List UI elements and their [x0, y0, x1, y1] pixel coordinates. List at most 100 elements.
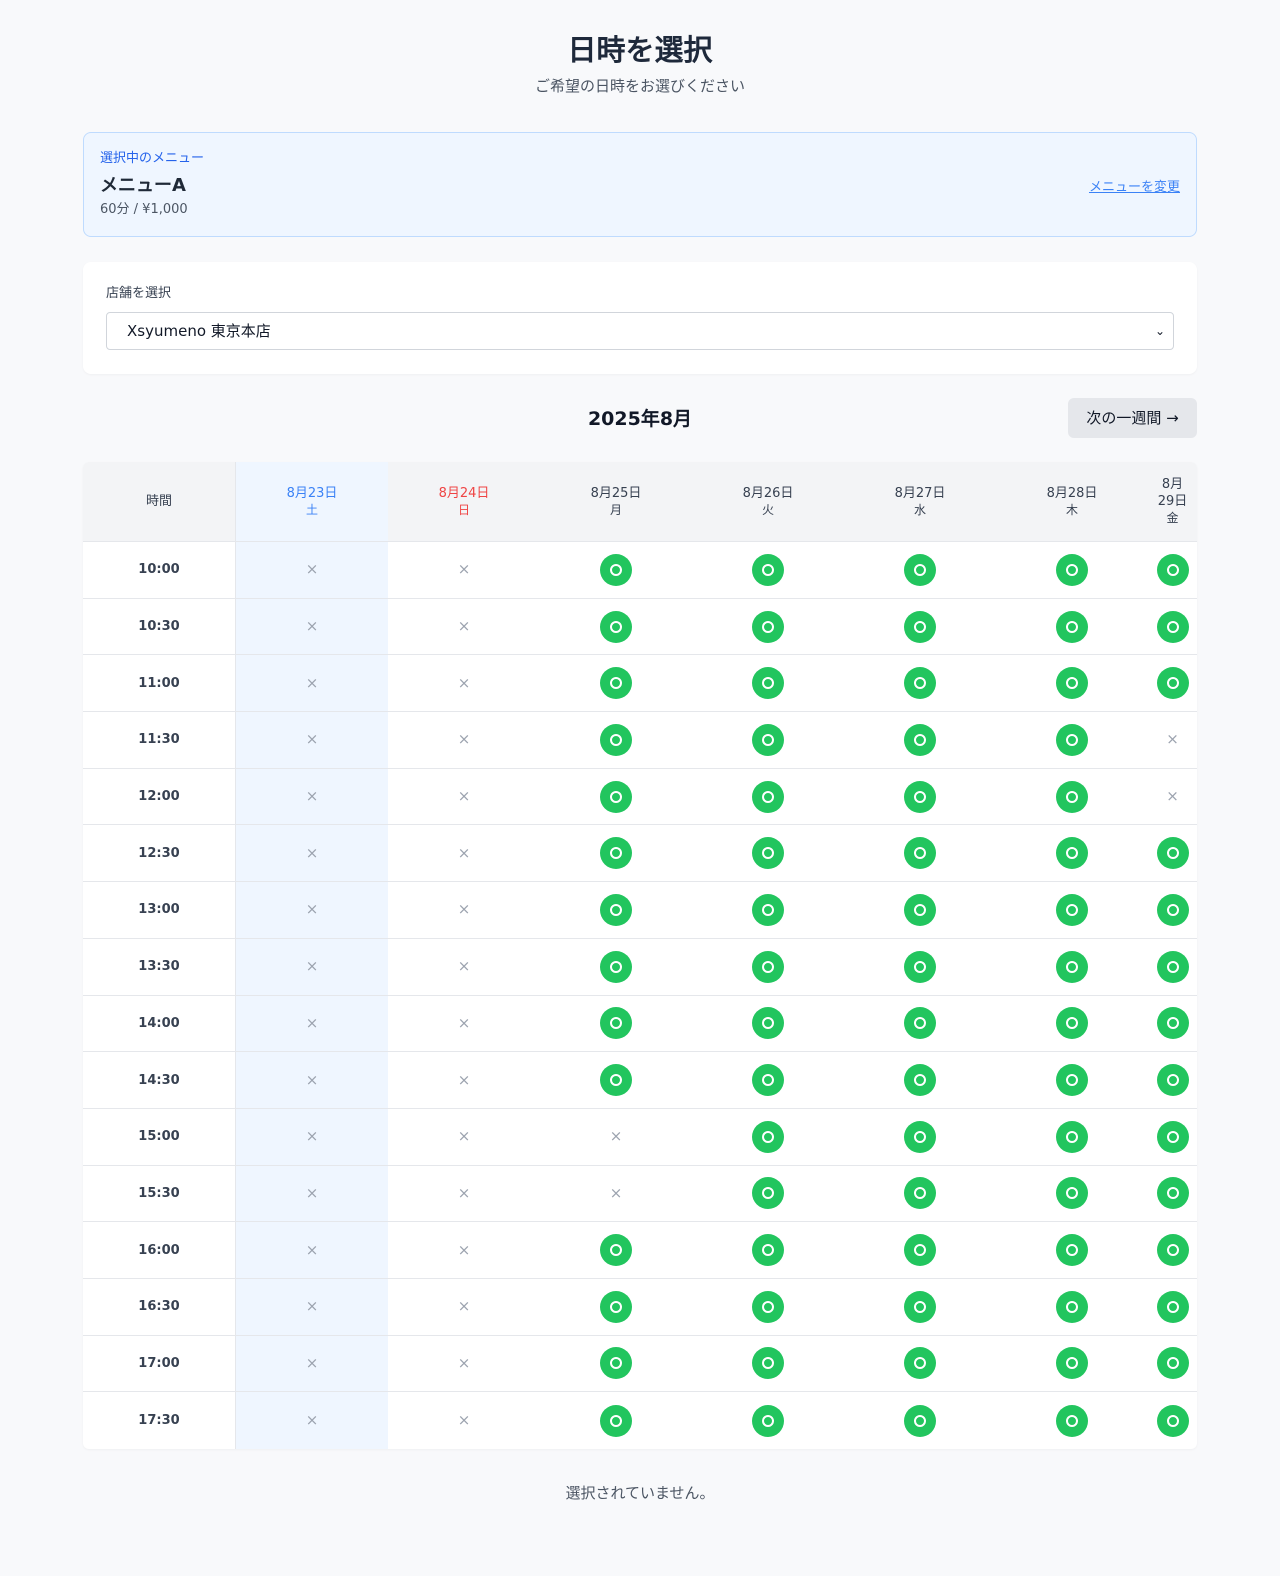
- available-circle-icon[interactable]: [752, 1290, 784, 1323]
- available-circle-icon[interactable]: [1056, 1404, 1088, 1437]
- available-circle-icon[interactable]: [1156, 837, 1189, 870]
- available-circle-icon[interactable]: [752, 837, 784, 870]
- time-slot-cell-available[interactable]: [540, 1336, 692, 1392]
- available-circle-icon[interactable]: [904, 1347, 936, 1380]
- time-slot-cell-available[interactable]: [844, 712, 996, 768]
- time-slot-cell-available[interactable]: [844, 1109, 996, 1165]
- available-circle-icon[interactable]: [752, 1007, 784, 1040]
- available-circle-icon[interactable]: [904, 723, 936, 756]
- time-slot-cell-available[interactable]: [540, 1222, 692, 1278]
- available-circle-icon[interactable]: [1056, 780, 1088, 813]
- available-circle-icon[interactable]: [600, 1290, 632, 1323]
- available-circle-icon[interactable]: [904, 893, 936, 926]
- available-circle-icon[interactable]: [600, 893, 632, 926]
- available-circle-icon[interactable]: [1056, 837, 1088, 870]
- time-slot-cell-available[interactable]: [1148, 939, 1197, 995]
- time-slot-cell-available[interactable]: [1148, 1279, 1197, 1335]
- time-slot-cell-available[interactable]: [844, 769, 996, 825]
- time-slot-cell-available[interactable]: [1148, 1336, 1197, 1392]
- time-slot-cell-available[interactable]: [996, 1279, 1148, 1335]
- available-circle-icon[interactable]: [600, 1347, 632, 1380]
- time-slot-cell-available[interactable]: [1148, 996, 1197, 1052]
- available-circle-icon[interactable]: [752, 553, 784, 586]
- available-circle-icon[interactable]: [904, 1177, 936, 1210]
- time-slot-cell-available[interactable]: [844, 939, 996, 995]
- time-slot-cell-available[interactable]: [692, 1109, 844, 1165]
- available-circle-icon[interactable]: [1156, 1347, 1189, 1380]
- available-circle-icon[interactable]: [1156, 1290, 1189, 1323]
- available-circle-icon[interactable]: [752, 667, 784, 700]
- time-slot-cell-available[interactable]: [844, 1052, 996, 1108]
- available-circle-icon[interactable]: [1056, 1234, 1088, 1267]
- available-circle-icon[interactable]: [752, 1234, 784, 1267]
- time-slot-cell-available[interactable]: [996, 825, 1148, 881]
- available-circle-icon[interactable]: [904, 1120, 936, 1153]
- available-circle-icon[interactable]: [1056, 667, 1088, 700]
- available-circle-icon[interactable]: [904, 610, 936, 643]
- available-circle-icon[interactable]: [600, 950, 632, 983]
- time-slot-cell-available[interactable]: [844, 825, 996, 881]
- time-slot-cell-available[interactable]: [540, 542, 692, 598]
- available-circle-icon[interactable]: [1156, 950, 1189, 983]
- time-slot-cell-available[interactable]: [844, 882, 996, 938]
- available-circle-icon[interactable]: [752, 1347, 784, 1380]
- available-circle-icon[interactable]: [600, 1064, 632, 1097]
- time-slot-cell-available[interactable]: [996, 1109, 1148, 1165]
- time-slot-cell-available[interactable]: [692, 599, 844, 655]
- available-circle-icon[interactable]: [904, 1007, 936, 1040]
- store-select[interactable]: Xsyumeno 東京本店 ⌄: [106, 312, 1174, 350]
- time-slot-cell-available[interactable]: [844, 996, 996, 1052]
- available-circle-icon[interactable]: [752, 1120, 784, 1153]
- time-slot-cell-available[interactable]: [1148, 825, 1197, 881]
- available-circle-icon[interactable]: [904, 1290, 936, 1323]
- available-circle-icon[interactable]: [600, 1234, 632, 1267]
- available-circle-icon[interactable]: [600, 553, 632, 586]
- time-slot-cell-available[interactable]: [692, 1052, 844, 1108]
- next-week-button[interactable]: 次の一週間 →: [1068, 398, 1197, 438]
- available-circle-icon[interactable]: [600, 723, 632, 756]
- time-slot-cell-available[interactable]: [1148, 882, 1197, 938]
- time-slot-cell-available[interactable]: [844, 1392, 996, 1449]
- available-circle-icon[interactable]: [1156, 553, 1189, 586]
- time-slot-cell-available[interactable]: [692, 1166, 844, 1222]
- available-circle-icon[interactable]: [1156, 1234, 1189, 1267]
- time-slot-cell-available[interactable]: [692, 939, 844, 995]
- available-circle-icon[interactable]: [1156, 610, 1189, 643]
- available-circle-icon[interactable]: [1056, 1347, 1088, 1380]
- time-slot-cell-available[interactable]: [996, 1052, 1148, 1108]
- available-circle-icon[interactable]: [904, 1064, 936, 1097]
- time-slot-cell-available[interactable]: [692, 712, 844, 768]
- time-slot-cell-available[interactable]: [996, 1336, 1148, 1392]
- available-circle-icon[interactable]: [1156, 667, 1189, 700]
- available-circle-icon[interactable]: [1056, 1290, 1088, 1323]
- time-slot-cell-available[interactable]: [844, 599, 996, 655]
- available-circle-icon[interactable]: [752, 1404, 784, 1437]
- time-slot-cell-available[interactable]: [1148, 1392, 1197, 1449]
- time-slot-cell-available[interactable]: [540, 1052, 692, 1108]
- time-slot-cell-available[interactable]: [540, 882, 692, 938]
- time-slot-cell-available[interactable]: [1148, 1166, 1197, 1222]
- available-circle-icon[interactable]: [752, 780, 784, 813]
- time-slot-cell-available[interactable]: [540, 825, 692, 881]
- time-slot-cell-available[interactable]: [996, 655, 1148, 711]
- time-slot-cell-available[interactable]: [1148, 655, 1197, 711]
- time-slot-cell-available[interactable]: [692, 882, 844, 938]
- available-circle-icon[interactable]: [1156, 1120, 1189, 1153]
- time-slot-cell-available[interactable]: [844, 542, 996, 598]
- time-slot-cell-available[interactable]: [996, 1222, 1148, 1278]
- available-circle-icon[interactable]: [1156, 1404, 1189, 1437]
- time-slot-cell-available[interactable]: [996, 542, 1148, 598]
- time-slot-cell-available[interactable]: [692, 1222, 844, 1278]
- available-circle-icon[interactable]: [904, 780, 936, 813]
- time-slot-cell-available[interactable]: [996, 1392, 1148, 1449]
- available-circle-icon[interactable]: [1156, 893, 1189, 926]
- time-slot-cell-available[interactable]: [996, 996, 1148, 1052]
- available-circle-icon[interactable]: [600, 610, 632, 643]
- time-slot-cell-available[interactable]: [844, 1166, 996, 1222]
- available-circle-icon[interactable]: [904, 553, 936, 586]
- available-circle-icon[interactable]: [1056, 1177, 1088, 1210]
- available-circle-icon[interactable]: [752, 610, 784, 643]
- time-slot-cell-available[interactable]: [692, 542, 844, 598]
- available-circle-icon[interactable]: [752, 950, 784, 983]
- available-circle-icon[interactable]: [752, 893, 784, 926]
